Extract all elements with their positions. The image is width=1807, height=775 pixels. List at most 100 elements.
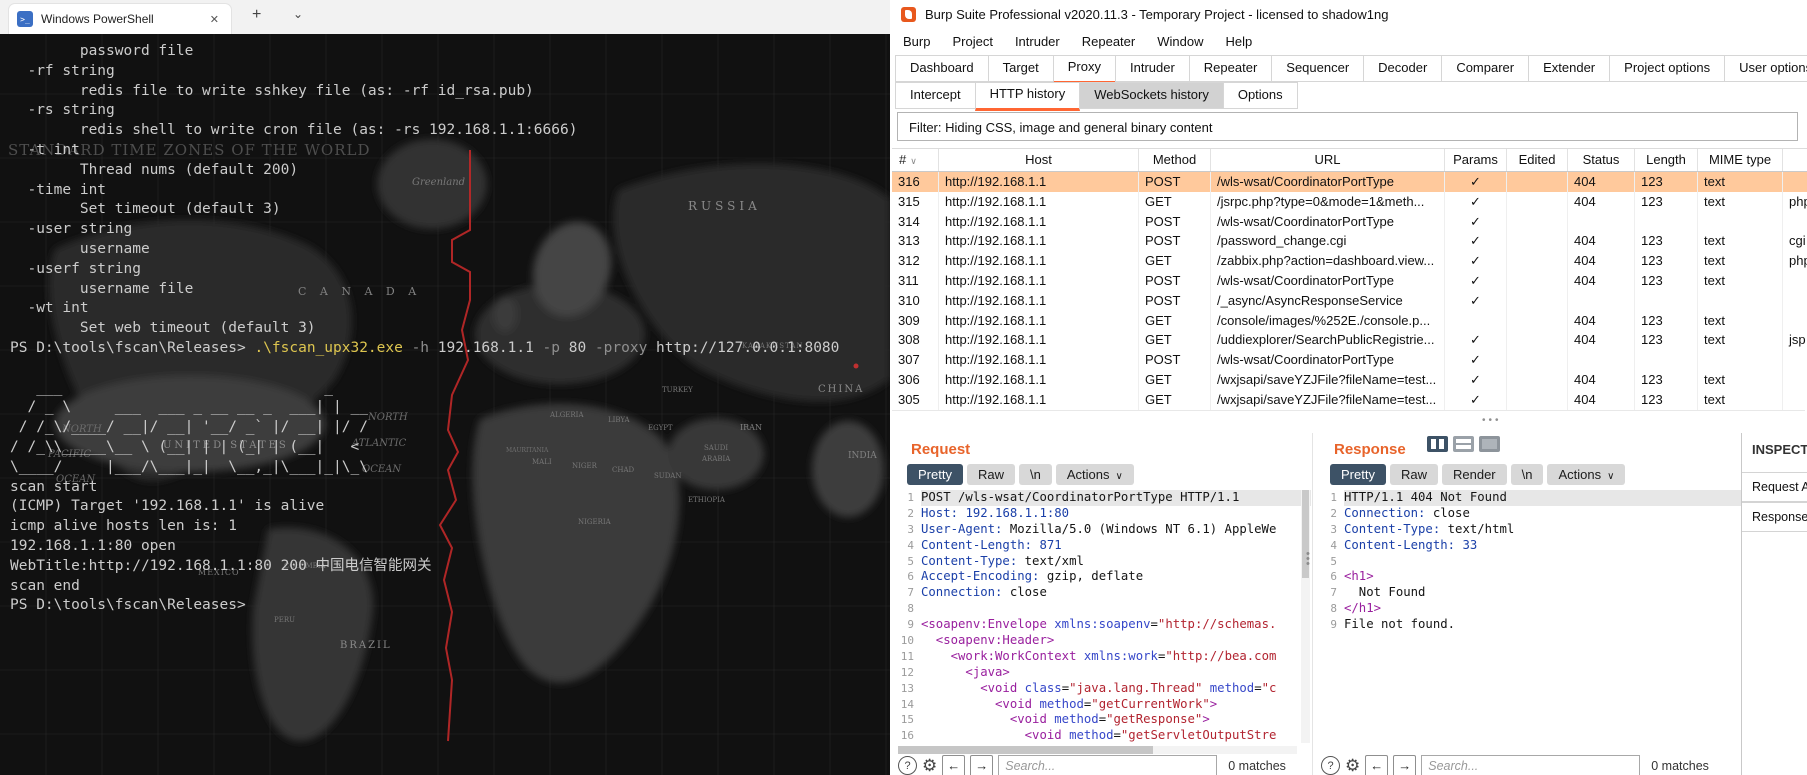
request-horizontal-scrollbar[interactable]: [898, 746, 1297, 754]
table-row[interactable]: 308 http://192.168.1.1 GET/uddiexplorer/Se…: [892, 330, 1807, 351]
terminal-window: >_ Windows PowerShell ✕ + ⌄ STANDARD TIM…: [0, 0, 890, 775]
terminal-output-text: password file -rf string redis file to w…: [10, 43, 840, 614]
help-icon[interactable]: ?: [1321, 756, 1340, 775]
request-editor[interactable]: 1 POST /wls-wsat/CoordinatorPortType HTTP…: [890, 490, 1311, 744]
menu-intruder[interactable]: Intruder: [1004, 29, 1071, 55]
view-tab-n[interactable]: \n: [1510, 464, 1544, 485]
col-header-length[interactable]: Length: [1635, 149, 1698, 171]
col-header-extension[interactable]: Extension: [1783, 149, 1807, 171]
tab-dropdown-icon[interactable]: ⌄: [293, 7, 303, 21]
new-tab-icon[interactable]: +: [252, 6, 261, 24]
table-row[interactable]: 305 http://192.168.1.1 GET/wxjsapi/saveYZJ…: [892, 389, 1807, 410]
menu-bar: Burp Project Intruder Repeater Window Help: [892, 29, 1263, 55]
tab-sequencer[interactable]: Sequencer: [1271, 55, 1365, 82]
col-header-status[interactable]: Status: [1568, 149, 1635, 171]
menu-help[interactable]: Help: [1214, 29, 1263, 55]
search-next-button[interactable]: →: [1393, 754, 1417, 775]
request-panel-title: Request: [911, 441, 971, 458]
view-tab-n[interactable]: \n: [1018, 464, 1052, 485]
tab-comparer[interactable]: Comparer: [1441, 55, 1530, 82]
view-tab-raw[interactable]: Raw: [966, 464, 1015, 485]
view-tab-render[interactable]: Render: [1441, 464, 1507, 485]
search-next-button[interactable]: →: [970, 754, 994, 775]
table-row[interactable]: 309 http://192.168.1.1 GET/console/images/…: [892, 310, 1807, 331]
horizontal-splitter-handle[interactable]: •••: [1482, 415, 1502, 426]
response-editor[interactable]: 1 HTTP/1.1 404 Not Found 2 Connection: clos…: [1313, 490, 1742, 633]
inspector-title: INSPECTOR: [1752, 442, 1807, 457]
col-header-edited[interactable]: Edited: [1507, 149, 1568, 171]
request-panel: Request Pretty Raw \n Actions ∨ 1 POST /wls-w…: [890, 433, 1311, 775]
vertical-splitter-handle[interactable]: • • •: [1306, 549, 1310, 570]
view-tab-actions[interactable]: Actions ∨: [1547, 464, 1626, 485]
subtab-intercept[interactable]: Intercept: [895, 82, 976, 109]
tab-user-options[interactable]: User options: [1724, 55, 1807, 82]
view-tab-actions[interactable]: Actions ∨: [1055, 464, 1134, 485]
table-row[interactable]: 311 http://192.168.1.1 POST/wls-wsat/Coord…: [892, 270, 1807, 291]
request-search-bar: ? ⚙ ←→ 0 matches: [898, 754, 1311, 775]
burp-titlebar: Burp Suite Professional v2020.11.3 - Tem…: [890, 0, 1807, 29]
svg-text:PERU: PERU: [274, 616, 295, 624]
search-input[interactable]: [1421, 755, 1641, 775]
menu-burp[interactable]: Burp: [892, 29, 941, 55]
help-icon[interactable]: ?: [898, 756, 917, 775]
filter-bar[interactable]: Filter: Hiding CSS, image and general bi…: [897, 112, 1798, 141]
subtab-http-history[interactable]: HTTP history: [974, 82, 1081, 111]
subtab-websockets-history[interactable]: WebSockets history: [1079, 82, 1224, 109]
response-view-tabs: Pretty Raw Render \n Actions ∨: [1330, 464, 1626, 485]
col-header-mime-type[interactable]: MIME type: [1698, 149, 1783, 171]
menu-project[interactable]: Project: [941, 29, 1003, 55]
tab-proxy[interactable]: Proxy: [1052, 55, 1116, 84]
view-layout-switcher: [1427, 436, 1500, 452]
view-tab-pretty[interactable]: Pretty: [907, 464, 963, 485]
burp-window-title: Burp Suite Professional v2020.11.3 - Tem…: [925, 7, 1389, 22]
gear-icon[interactable]: ⚙: [1345, 757, 1360, 774]
tab-project-options[interactable]: Project options: [1609, 55, 1726, 82]
burp-app-icon: [901, 7, 916, 22]
inspector-panel: INSPECTOR Request Att...Response...: [1741, 433, 1807, 775]
response-panel-title: Response: [1334, 441, 1406, 458]
layout-single-icon[interactable]: [1479, 436, 1500, 452]
table-divider: [892, 410, 1805, 411]
menu-window[interactable]: Window: [1146, 29, 1214, 55]
tab-repeater[interactable]: Repeater: [1188, 55, 1273, 82]
menu-repeater[interactable]: Repeater: [1071, 29, 1146, 55]
table-row[interactable]: 314 http://192.168.1.1 POST/wls-wsat/Coord…: [892, 211, 1807, 232]
tab-intruder[interactable]: Intruder: [1114, 55, 1190, 82]
tab-target[interactable]: Target: [987, 55, 1054, 82]
col-header-host[interactable]: Host: [939, 149, 1139, 171]
search-input[interactable]: [998, 755, 1218, 775]
subtab-options[interactable]: Options: [1222, 82, 1298, 109]
tab-extender[interactable]: Extender: [1528, 55, 1611, 82]
tab-decoder[interactable]: Decoder: [1363, 55, 1443, 82]
inspector-section-1[interactable]: Response...: [1742, 502, 1807, 532]
table-row[interactable]: 313 http://192.168.1.1 POST/password_chang…: [892, 231, 1807, 252]
match-count: 0 matches: [1651, 758, 1709, 773]
table-row[interactable]: 312 http://192.168.1.1 GET/zabbix.php?acti…: [892, 251, 1807, 271]
terminal-content[interactable]: STANDARD TIME ZONES OF THE WORLD Greenlan…: [0, 34, 890, 775]
view-tab-raw[interactable]: Raw: [1389, 464, 1438, 485]
search-prev-button[interactable]: ←: [942, 754, 966, 775]
terminal-tab[interactable]: >_ Windows PowerShell ✕: [8, 3, 232, 34]
layout-columns-icon[interactable]: [1427, 436, 1448, 452]
layout-rows-icon[interactable]: [1453, 436, 1474, 452]
request-vertical-scrollbar[interactable]: [1301, 490, 1310, 743]
search-prev-button[interactable]: ←: [1365, 754, 1389, 775]
proxy-subtab-bar: Intercept HTTP history WebSockets history O…: [895, 82, 1298, 111]
table-row[interactable]: 316 http://192.168.1.1 POST/wls-wsat/Coord…: [892, 172, 1807, 192]
tab-dashboard[interactable]: Dashboard: [895, 55, 989, 82]
col-header--[interactable]: # ∨: [892, 149, 939, 171]
table-row[interactable]: 307 http://192.168.1.1 POST/wls-wsat/Coord…: [892, 350, 1807, 370]
http-history-table: # ∨ Host Method URL Params Edited Status Length M…: [892, 148, 1807, 410]
gear-icon[interactable]: ⚙: [922, 757, 937, 774]
col-header-url[interactable]: URL: [1211, 149, 1445, 171]
col-header-params[interactable]: Params: [1445, 149, 1507, 171]
powershell-icon: >_: [17, 11, 33, 27]
table-row[interactable]: 310 http://192.168.1.1 POST/_async/AsyncRe…: [892, 290, 1807, 311]
col-header-method[interactable]: Method: [1139, 149, 1211, 171]
request-view-tabs: Pretty Raw \n Actions ∨: [907, 464, 1134, 485]
table-row[interactable]: 315 http://192.168.1.1 GET/jsrpc.php?type=…: [892, 191, 1807, 212]
table-row[interactable]: 306 http://192.168.1.1 GET/wxjsapi/saveYZJ…: [892, 369, 1807, 390]
inspector-section-0[interactable]: Request Att...: [1742, 472, 1807, 502]
tab-close-icon[interactable]: ✕: [206, 11, 223, 28]
view-tab-pretty[interactable]: Pretty: [1330, 464, 1386, 485]
